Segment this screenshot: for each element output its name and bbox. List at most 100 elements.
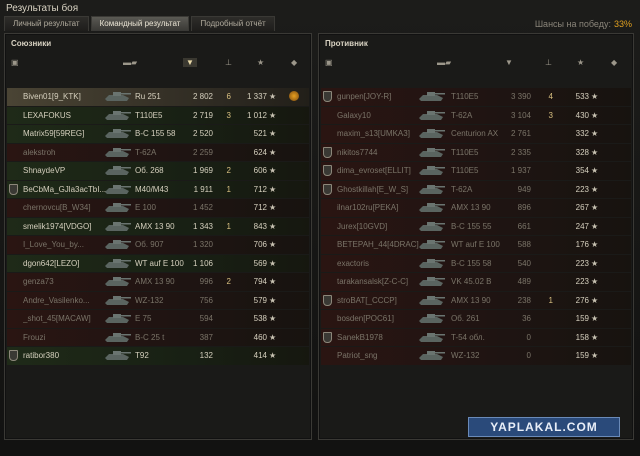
squad-icon	[323, 165, 332, 176]
table-row[interactable]: Galaxy10 T-62A 3 104 3 430 ★	[321, 106, 631, 124]
table-row[interactable]: nikitos7744 T110E5 2 335 328 ★	[321, 143, 631, 161]
frags-value: 1	[548, 295, 553, 305]
star-icon: ★	[269, 184, 277, 194]
table-row[interactable]: Matrix59[59REG] B-C 155 58 2 520 521 ★	[7, 125, 309, 143]
tank-icon	[105, 147, 131, 157]
enemies-panel: Противник ▣ ▬▰ ▼ ⊥ ★ ◆ gunpen[JOY-R] T110…	[318, 33, 634, 440]
table-row[interactable]: dima_evroset[ELLIT] T110E5 1 937 354 ★	[321, 162, 631, 180]
medal-col-icon[interactable]: ◆	[611, 58, 617, 67]
tank-name: T-62A	[451, 110, 473, 120]
tab-personal[interactable]: Личный результат	[4, 16, 89, 31]
tank-name: Об. 261	[451, 314, 480, 323]
damage-value: 36	[522, 314, 531, 323]
frags-col-icon[interactable]: ⊥	[225, 58, 232, 67]
tank-name: AMX 13 90	[135, 221, 175, 231]
table-row[interactable]: tarakansalsk[Z-C-C] VK 45.02 B 489 223 ★	[321, 273, 631, 291]
squad-col-icon[interactable]: ▣	[11, 58, 19, 67]
player-name: Galaxy10	[337, 110, 371, 120]
frags-col-icon[interactable]: ⊥	[545, 58, 552, 67]
damage-value: 1 452	[192, 203, 213, 212]
xp-value: 706	[253, 240, 267, 249]
table-row[interactable]: Biven01[9_KTK] Ru 251 2 802 6 1 337 ★	[7, 88, 309, 106]
star-icon: ★	[591, 129, 599, 138]
tank-name: VK 45.02 B	[451, 277, 492, 286]
table-row[interactable]: genza73 AMX 13 90 996 2 794 ★	[7, 273, 309, 291]
table-row[interactable]: Andre_Vasilenko... WZ-132 756 579 ★	[7, 291, 309, 309]
tank-icon	[419, 240, 445, 249]
xp-value: 223	[575, 258, 589, 268]
tank-icon	[105, 166, 131, 175]
tank-icon	[105, 221, 131, 231]
player-name: Andre_Vasilenko...	[23, 295, 90, 305]
tank-icon	[105, 92, 131, 101]
xp-value: 606	[253, 166, 267, 175]
damage-value: 588	[517, 240, 531, 249]
damage-col-sort-icon[interactable]: ▼	[183, 58, 197, 67]
table-row[interactable]: Frouzi B-C 25 t 387 460 ★	[7, 328, 309, 346]
tank-col-icon[interactable]: ▬▰	[437, 58, 451, 67]
table-row[interactable]: Patriot_sng WZ-132 0 159 ★	[321, 347, 631, 365]
table-row[interactable]: smelik1974[VDGO] AMX 13 90 1 343 1 843 ★	[7, 217, 309, 235]
xp-value: 624	[253, 147, 267, 157]
tank-name: T-62A	[451, 184, 473, 194]
tank-name: WZ-132	[135, 295, 164, 305]
star-icon: ★	[269, 221, 277, 231]
tank-icon	[419, 203, 445, 212]
damage-value: 1 911	[193, 184, 213, 194]
tank-icon	[105, 110, 131, 120]
table-row[interactable]: ShnaydeVP Об. 268 1 969 2 606 ★	[7, 162, 309, 180]
table-row[interactable]: Ghostkillah[E_W_S] T-62A 949 223 ★	[321, 180, 631, 198]
table-row[interactable]: I_Love_You_by... Об. 907 1 320 706 ★	[7, 236, 309, 254]
table-row[interactable]: maxim_s13[UMKA3] Centurion AX 2 761 332 ★	[321, 125, 631, 143]
table-row[interactable]: gunpen[JOY-R] T110E5 3 390 4 533 ★	[321, 88, 631, 106]
table-row[interactable]: ilnar102ru[PEKA] AMX 13 90 896 267 ★	[321, 199, 631, 217]
damage-col-icon[interactable]: ▼	[505, 58, 513, 67]
table-row[interactable]: LEXAFOKUS T110E5 2 719 3 1 012 ★	[7, 106, 309, 124]
enemies-title: Противник	[325, 39, 368, 48]
tank-icon	[105, 240, 131, 249]
table-row[interactable]: dgon642[LEZO] WT auf E 100 1 106 569 ★	[7, 254, 309, 272]
player-name: Matrix59[59REG]	[23, 129, 85, 138]
table-row[interactable]: chernovcu[B_W34] E 100 1 452 712 ★	[7, 199, 309, 217]
star-icon: ★	[269, 110, 277, 120]
xp-value: 460	[253, 332, 267, 342]
table-row[interactable]: bosden[POC61] Об. 261 36 159 ★	[321, 310, 631, 328]
player-name: gunpen[JOY-R]	[337, 92, 392, 101]
table-row[interactable]: Jurex[10GVD] B-C 155 55 661 247 ★	[321, 217, 631, 235]
tank-icon	[105, 332, 131, 342]
xp-value: 267	[575, 203, 589, 212]
tank-icon	[419, 277, 445, 286]
squad-icon	[323, 146, 332, 158]
tab-detailed[interactable]: Подробный отчёт	[191, 16, 275, 31]
tank-col-icon[interactable]: ▬▰	[123, 58, 137, 67]
squad-col-icon[interactable]: ▣	[325, 58, 333, 67]
table-row[interactable]: SanekB1978 T-54 обл. 0 158 ★	[321, 328, 631, 346]
xp-value: 1 337	[246, 92, 267, 101]
medal-col-icon[interactable]: ◆	[291, 58, 297, 67]
tank-icon	[419, 184, 445, 194]
damage-value: 3 390	[510, 92, 531, 101]
table-row[interactable]: alekstroh T-62A 2 259 624 ★	[7, 143, 309, 161]
star-col-icon[interactable]: ★	[257, 58, 264, 67]
table-row[interactable]: BeCbMa_GJla3acTbI... M40/M43 1 911 1 712 ★	[7, 180, 309, 198]
table-row[interactable]: exactoris B-C 155 58 540 223 ★	[321, 254, 631, 272]
frags-value: 1	[226, 221, 231, 231]
table-row[interactable]: stroBAT[_CCCP] AMX 13 90 238 1 276 ★	[321, 291, 631, 309]
star-col-icon[interactable]: ★	[577, 58, 584, 67]
table-row[interactable]: ВЕТЕРАН_44[4DRAC] WT auf E 100 588 176 ★	[321, 236, 631, 254]
frags-value: 3	[548, 110, 553, 120]
tab-team[interactable]: Командный результат	[90, 16, 190, 31]
player-name: ratibor380	[23, 351, 60, 360]
player-name: ilnar102ru[PEKA]	[337, 203, 399, 212]
tank-name: B-C 155 58	[451, 258, 492, 268]
damage-value: 896	[517, 203, 531, 212]
tank-name: T-54 обл.	[451, 332, 485, 342]
xp-value: 223	[575, 184, 589, 194]
star-icon: ★	[269, 314, 277, 323]
star-icon: ★	[591, 240, 599, 249]
tank-icon	[419, 147, 445, 157]
damage-value: 489	[517, 277, 531, 286]
xp-value: 712	[253, 184, 267, 194]
table-row[interactable]: _shot_45[MACAW] E 75 594 538 ★	[7, 310, 309, 328]
table-row[interactable]: ratibor380 T92 132 414 ★	[7, 347, 309, 365]
